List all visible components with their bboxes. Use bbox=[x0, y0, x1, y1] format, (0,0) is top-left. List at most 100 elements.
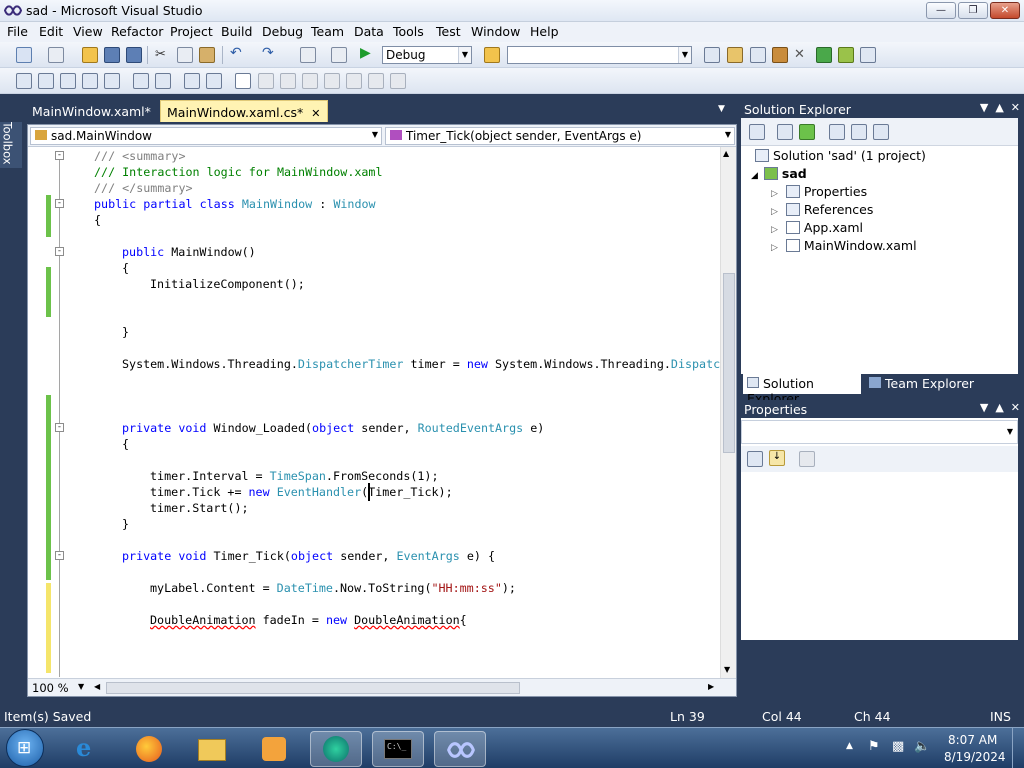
menu-refactor[interactable]: Refactor bbox=[111, 24, 163, 39]
object-selector[interactable]: ▼ bbox=[741, 420, 1018, 444]
alphabetical-icon[interactable]: ↓ bbox=[769, 450, 785, 466]
collapse-region-icon[interactable]: - bbox=[55, 199, 64, 208]
tree-project-node[interactable]: ◢ sad bbox=[751, 166, 807, 181]
display-parameter-info-icon[interactable] bbox=[38, 73, 54, 89]
find-in-files-icon[interactable] bbox=[484, 47, 500, 63]
start-debugging-icon[interactable]: ▶ bbox=[360, 45, 376, 61]
open-file-icon[interactable] bbox=[82, 47, 98, 63]
menu-view[interactable]: View bbox=[73, 24, 103, 39]
uncomment-icon[interactable] bbox=[184, 73, 200, 89]
bookmark-icon[interactable] bbox=[206, 73, 222, 89]
next-bookmark-document-icon[interactable] bbox=[368, 73, 384, 89]
clock-time[interactable]: 8:07 AM bbox=[948, 733, 997, 747]
redo-icon[interactable]: ↷ bbox=[262, 45, 278, 61]
next-bookmark-folder-icon[interactable] bbox=[324, 73, 340, 89]
clear-bookmarks-icon[interactable] bbox=[390, 73, 406, 89]
taskbar-firefox[interactable] bbox=[124, 731, 176, 767]
menu-file[interactable]: File bbox=[7, 24, 28, 39]
volume-muted-icon[interactable]: 🔈 bbox=[914, 739, 930, 754]
taskbar-internet-explorer[interactable]: e bbox=[64, 731, 116, 767]
save-icon[interactable] bbox=[104, 47, 120, 63]
toggle-bookmark-icon[interactable] bbox=[235, 73, 251, 89]
member-dropdown[interactable]: Timer_Tick(object sender, EventArgs e) ▼ bbox=[385, 127, 735, 145]
view-designer-icon[interactable] bbox=[851, 124, 867, 140]
minimize-button[interactable]: — bbox=[926, 2, 956, 19]
taskbar-explorer[interactable] bbox=[186, 731, 238, 767]
collapse-region-icon[interactable]: - bbox=[55, 247, 64, 256]
display-quick-info-icon[interactable] bbox=[60, 73, 76, 89]
tree-item-app-xaml[interactable]: ▷ App.xaml bbox=[771, 220, 863, 235]
close-tab-icon[interactable]: ✕ bbox=[311, 107, 320, 120]
save-all-icon[interactable] bbox=[126, 47, 142, 63]
clock-date[interactable]: 8/19/2024 bbox=[944, 750, 1006, 764]
taskbar-command-prompt[interactable]: C:\_ bbox=[372, 731, 424, 767]
window-layout-icon[interactable] bbox=[860, 47, 876, 63]
menu-data[interactable]: Data bbox=[354, 24, 384, 39]
class-diagram-icon[interactable] bbox=[873, 124, 889, 140]
panel-controls[interactable]: ▼ ▲ ✕ bbox=[980, 101, 1020, 114]
horizontal-scroll-thumb[interactable] bbox=[106, 682, 520, 694]
menu-team[interactable]: Team bbox=[311, 24, 344, 39]
tree-item-references[interactable]: ▷ References bbox=[771, 202, 873, 217]
increase-indent-icon[interactable] bbox=[104, 73, 120, 89]
previous-bookmark-folder-icon[interactable] bbox=[302, 73, 318, 89]
collapsed-arrow-icon[interactable]: ▷ bbox=[771, 189, 778, 199]
network-icon[interactable]: ▩ bbox=[892, 739, 904, 754]
show-desktop-button[interactable] bbox=[1012, 728, 1024, 768]
tools-icon[interactable]: ✕ bbox=[794, 47, 810, 63]
tab-solution-explorer[interactable]: Solution Explorer bbox=[743, 374, 861, 406]
scroll-right-icon[interactable]: ▶ bbox=[708, 682, 714, 691]
extension-manager-icon[interactable] bbox=[838, 47, 854, 63]
vertical-scrollbar[interactable]: ▲ ▼ bbox=[720, 147, 736, 678]
type-dropdown[interactable]: sad.MainWindow ▼ bbox=[30, 127, 382, 145]
split-icon[interactable]: ▲ bbox=[723, 149, 729, 158]
previous-bookmark-document-icon[interactable] bbox=[346, 73, 362, 89]
copy-icon[interactable] bbox=[177, 47, 193, 63]
previous-bookmark-icon[interactable] bbox=[258, 73, 274, 89]
new-project-icon[interactable] bbox=[16, 47, 32, 63]
property-pages-icon[interactable] bbox=[799, 451, 815, 467]
refresh-icon[interactable] bbox=[799, 124, 815, 140]
menu-test[interactable]: Test bbox=[436, 24, 461, 39]
action-center-flag-icon[interactable]: ⚑ bbox=[868, 739, 880, 754]
zoom-dropdown-icon[interactable]: ▼ bbox=[78, 682, 84, 691]
display-object-member-list-icon[interactable] bbox=[16, 73, 32, 89]
solution-explorer-icon[interactable] bbox=[704, 47, 720, 63]
tree-item-mainwindow-xaml[interactable]: ▷ MainWindow.xaml bbox=[771, 238, 917, 253]
scroll-down-icon[interactable]: ▼ bbox=[724, 665, 730, 674]
expanded-arrow-icon[interactable]: ◢ bbox=[751, 171, 758, 181]
taskbar-recorder[interactable] bbox=[310, 731, 362, 767]
show-all-files-icon[interactable] bbox=[777, 124, 793, 140]
display-word-completion-icon[interactable] bbox=[82, 73, 98, 89]
decrease-indent-icon[interactable] bbox=[133, 73, 149, 89]
menu-debug[interactable]: Debug bbox=[262, 24, 303, 39]
start-page-icon[interactable] bbox=[816, 47, 832, 63]
tree-item-properties[interactable]: ▷ Properties bbox=[771, 184, 867, 199]
menu-project[interactable]: Project bbox=[170, 24, 213, 39]
close-button[interactable]: ✕ bbox=[990, 2, 1020, 19]
scroll-thumb[interactable] bbox=[723, 273, 735, 453]
show-hidden-icons[interactable]: ▲ bbox=[846, 741, 853, 751]
taskbar-visual-studio[interactable] bbox=[434, 731, 486, 767]
view-code-icon[interactable] bbox=[829, 124, 845, 140]
find-combo[interactable]: ▼ bbox=[507, 46, 692, 64]
collapse-region-icon[interactable]: - bbox=[55, 423, 64, 432]
toolbox-icon[interactable] bbox=[772, 47, 788, 63]
collapsed-arrow-icon[interactable]: ▷ bbox=[771, 207, 778, 217]
collapse-region-icon[interactable]: - bbox=[55, 151, 64, 160]
tree-solution-node[interactable]: Solution 'sad' (1 project) bbox=[755, 148, 926, 163]
object-browser-icon[interactable] bbox=[750, 47, 766, 63]
undo-icon[interactable]: ↶ bbox=[230, 45, 246, 61]
tab-mainwindow-xaml-cs[interactable]: MainWindow.xaml.cs* ✕ bbox=[160, 100, 328, 122]
properties-window-icon[interactable] bbox=[727, 47, 743, 63]
collapse-region-icon[interactable]: - bbox=[55, 551, 64, 560]
taskbar-media-player[interactable] bbox=[248, 731, 300, 767]
comment-out-icon[interactable] bbox=[155, 73, 171, 89]
menu-help[interactable]: Help bbox=[530, 24, 559, 39]
zoom-level[interactable]: 100 % bbox=[32, 681, 69, 695]
tab-mainwindow-xaml[interactable]: MainWindow.xaml* bbox=[26, 100, 157, 122]
next-bookmark-icon[interactable] bbox=[280, 73, 296, 89]
tab-overflow-icon[interactable]: ▼ bbox=[718, 104, 725, 114]
menu-build[interactable]: Build bbox=[221, 24, 252, 39]
tab-team-explorer[interactable]: Team Explorer bbox=[865, 374, 978, 394]
